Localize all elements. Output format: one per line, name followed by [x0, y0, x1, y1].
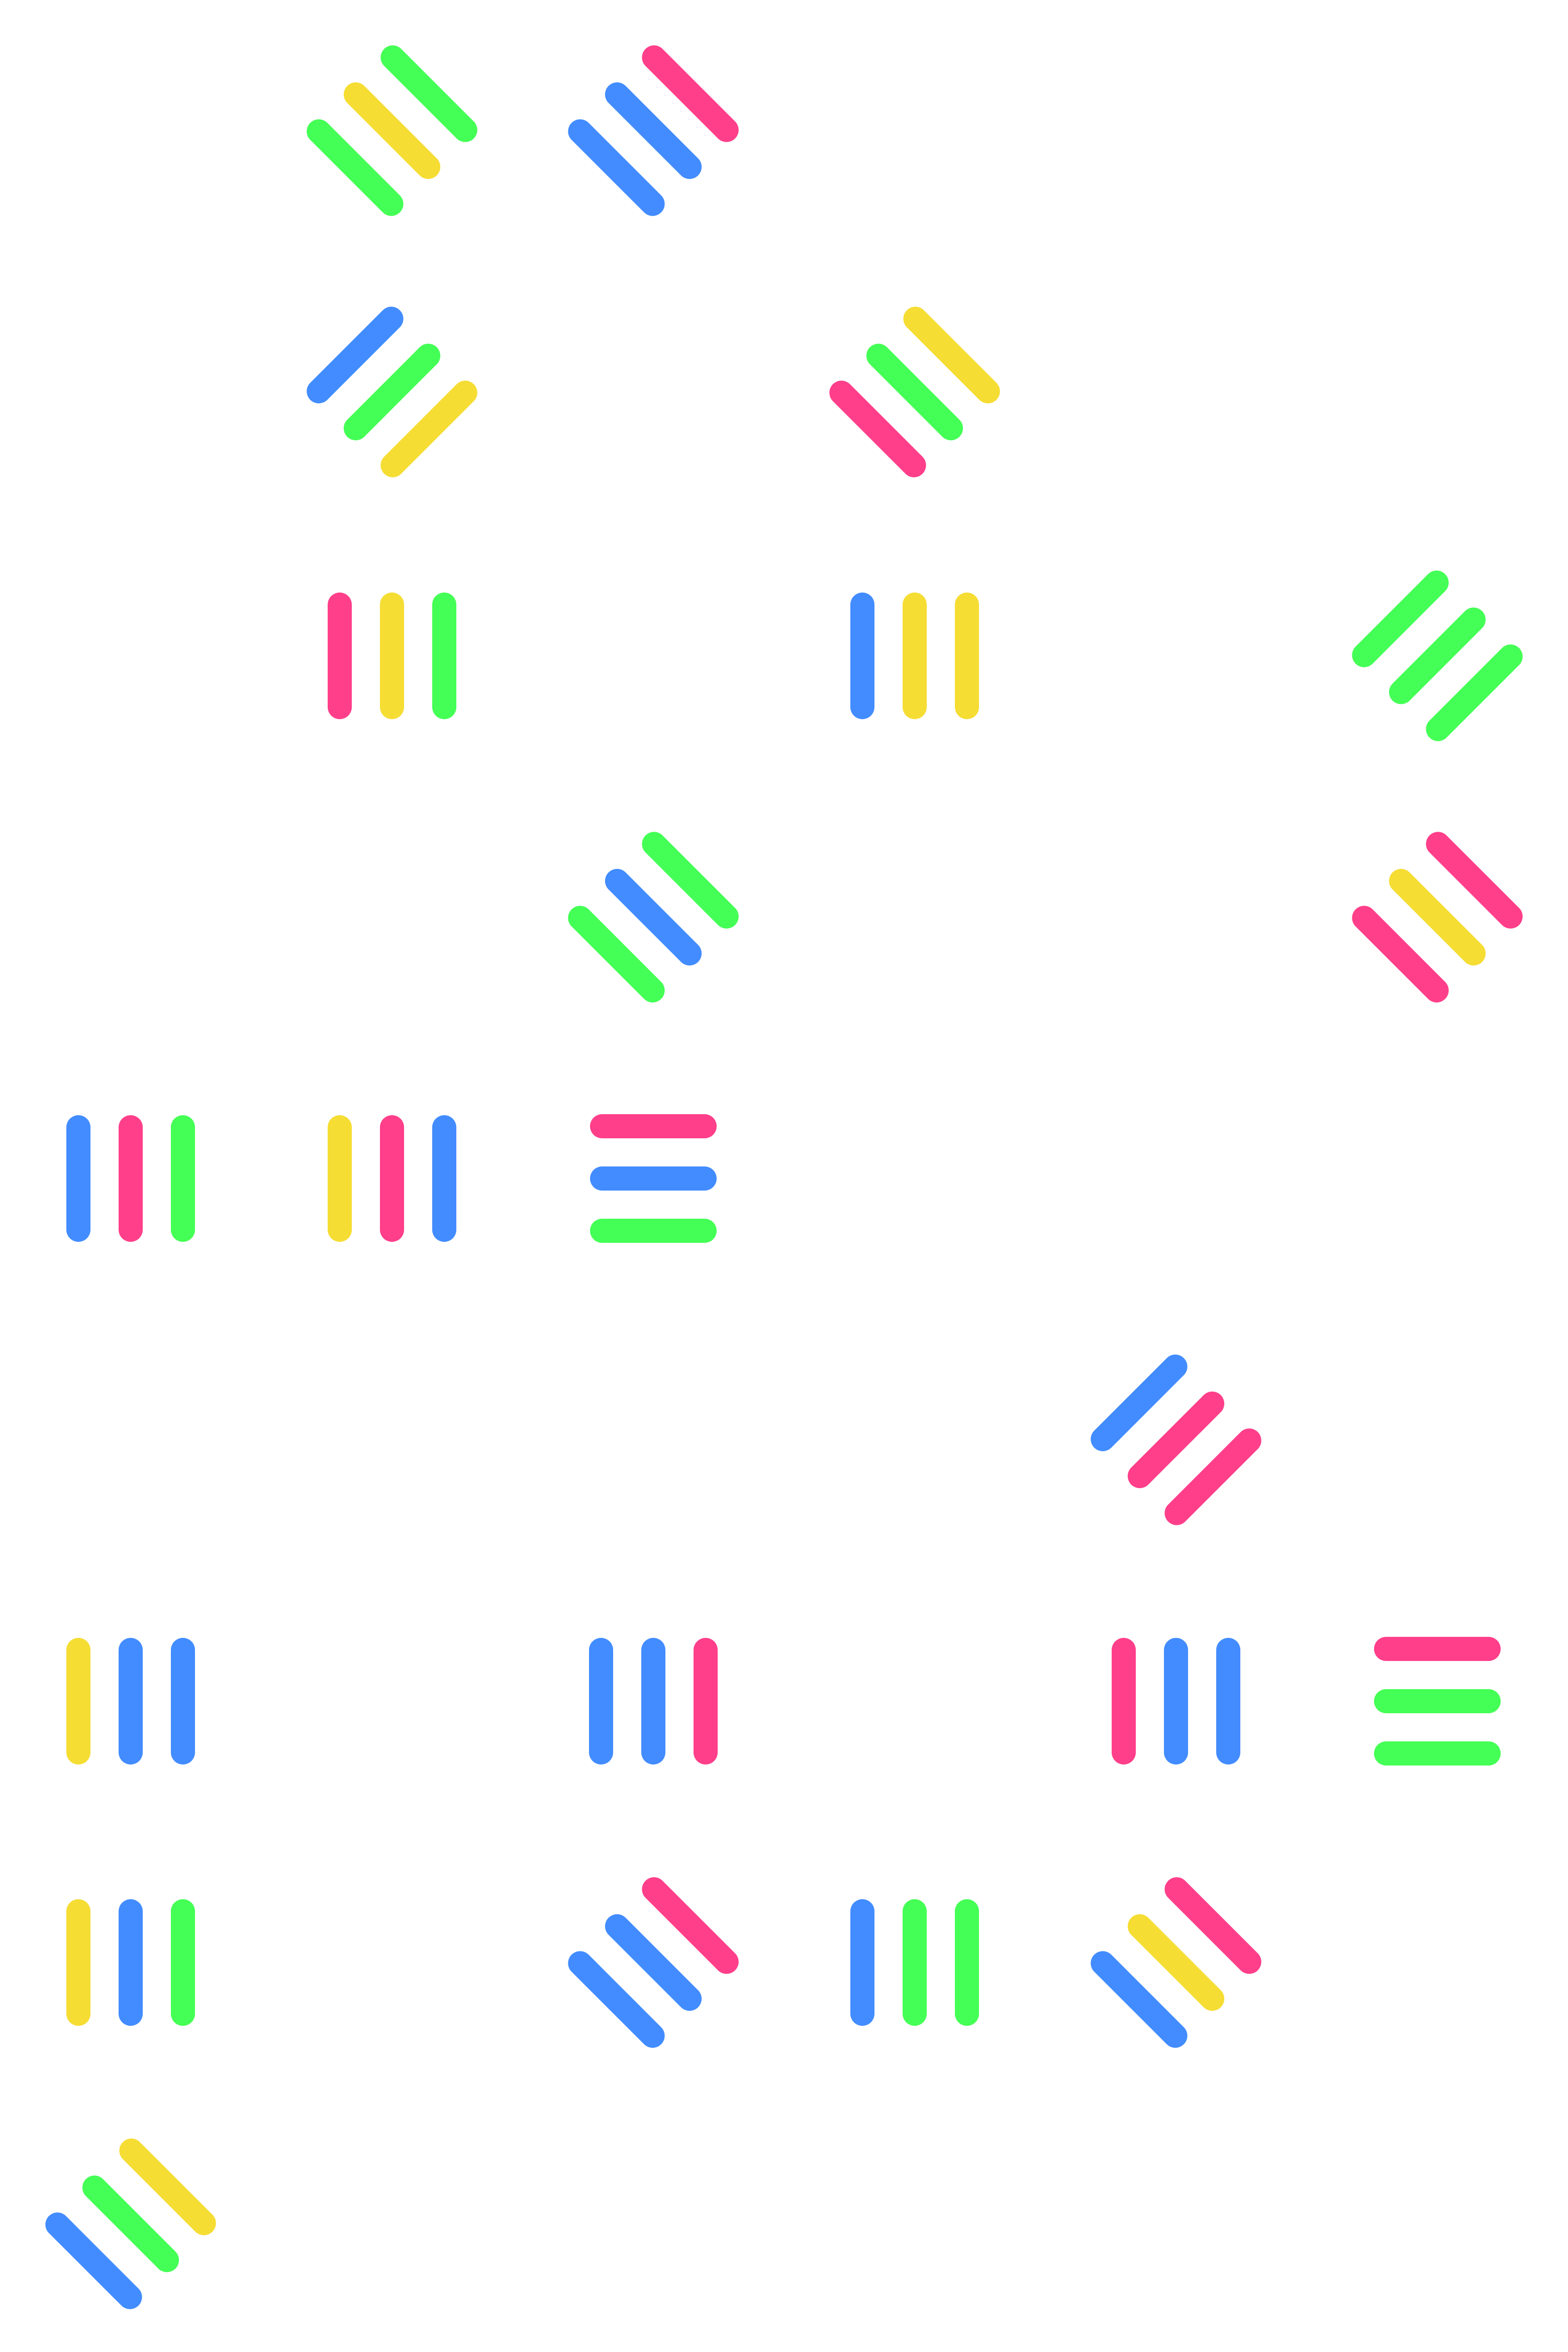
glyph-r8c3-bar-3-pink: [642, 1877, 739, 1974]
glyph-r2c2: [307, 307, 477, 477]
glyph-r4c3-bar-2-blue: [605, 868, 702, 966]
glyph-r3c6-bar-3-green: [1426, 644, 1523, 741]
glyph-r1c3-bar-3-pink: [642, 45, 739, 142]
glyph-r2c2-bar-1-blue: [307, 307, 404, 404]
glyph-r7c6: [1374, 1637, 1501, 1766]
glyph-r9c1-bar-1-blue: [45, 2212, 142, 2309]
glyph-r2c2-bar-2-green: [343, 343, 441, 441]
glyph-r2c4: [829, 307, 1000, 477]
glyph-r3c6: [1352, 570, 1523, 741]
glyph-r8c4: [850, 1899, 979, 2026]
glyph-r3c6-bar-1-green: [1352, 570, 1449, 667]
glyph-r8c3-bar-2-blue: [605, 1914, 702, 2011]
glyph-r9c1-bar-2-green: [82, 2175, 179, 2273]
glyph-r4c6-bar-3-pink: [1426, 832, 1523, 929]
glyph-r8c5: [1091, 1877, 1261, 2048]
glyph-r7c1: [66, 1638, 195, 1765]
glyph-r2c4-bar-3-yellow: [903, 307, 1000, 404]
glyph-r5c2: [328, 1115, 456, 1242]
glyph-r9c1-bar-3-yellow: [119, 2138, 216, 2235]
glyph-r8c3-bar-1-blue: [568, 1951, 665, 2048]
glyph-r6c5-bar-2-pink: [1127, 1391, 1225, 1489]
glyph-field: [45, 45, 1523, 2309]
glyph-r1c2: [307, 45, 477, 216]
glyph-r4c3-bar-1-green: [568, 906, 665, 1003]
glyph-r4c6-bar-1-pink: [1352, 906, 1449, 1003]
glyph-r8c5-bar-1-blue: [1091, 1951, 1188, 2048]
glyph-canvas: [0, 0, 1568, 2352]
glyph-r5c1: [66, 1115, 195, 1242]
glyph-r2c2-bar-3-yellow: [380, 380, 477, 477]
glyph-r9c1: [45, 2138, 216, 2309]
glyph-r6c5-bar-3-pink: [1164, 1428, 1261, 1525]
glyph-r4c6-bar-2-yellow: [1389, 868, 1486, 966]
glyph-r7c5: [1112, 1638, 1240, 1765]
glyph-r2c4-bar-1-pink: [829, 380, 926, 477]
glyph-r8c3: [568, 1877, 739, 2048]
glyph-r1c2-bar-2-yellow: [343, 82, 441, 179]
glyph-r7c3: [589, 1638, 718, 1765]
glyph-r8c5-bar-3-pink: [1164, 1877, 1261, 1974]
glyph-r8c1: [66, 1899, 195, 2026]
glyph-r1c3: [568, 45, 739, 216]
glyph-r1c2-bar-3-green: [380, 45, 477, 142]
glyph-r4c6: [1352, 832, 1523, 1003]
glyph-r1c2-bar-1-green: [307, 119, 404, 216]
glyph-r3c2: [328, 593, 456, 719]
glyph-r4c3: [568, 832, 739, 1003]
glyph-r6c5: [1091, 1354, 1261, 1525]
glyph-r1c3-bar-1-blue: [568, 119, 665, 216]
glyph-r5c3: [590, 1114, 717, 1243]
glyph-r4c3-bar-3-green: [642, 832, 739, 929]
glyph-r3c4: [850, 593, 979, 719]
glyph-r3c6-bar-2-green: [1389, 607, 1486, 705]
glyph-r1c3-bar-2-blue: [605, 82, 702, 179]
glyph-r8c5-bar-2-yellow: [1127, 1914, 1225, 2011]
glyph-r2c4-bar-2-green: [866, 343, 963, 441]
glyph-r6c5-bar-1-blue: [1091, 1354, 1188, 1451]
